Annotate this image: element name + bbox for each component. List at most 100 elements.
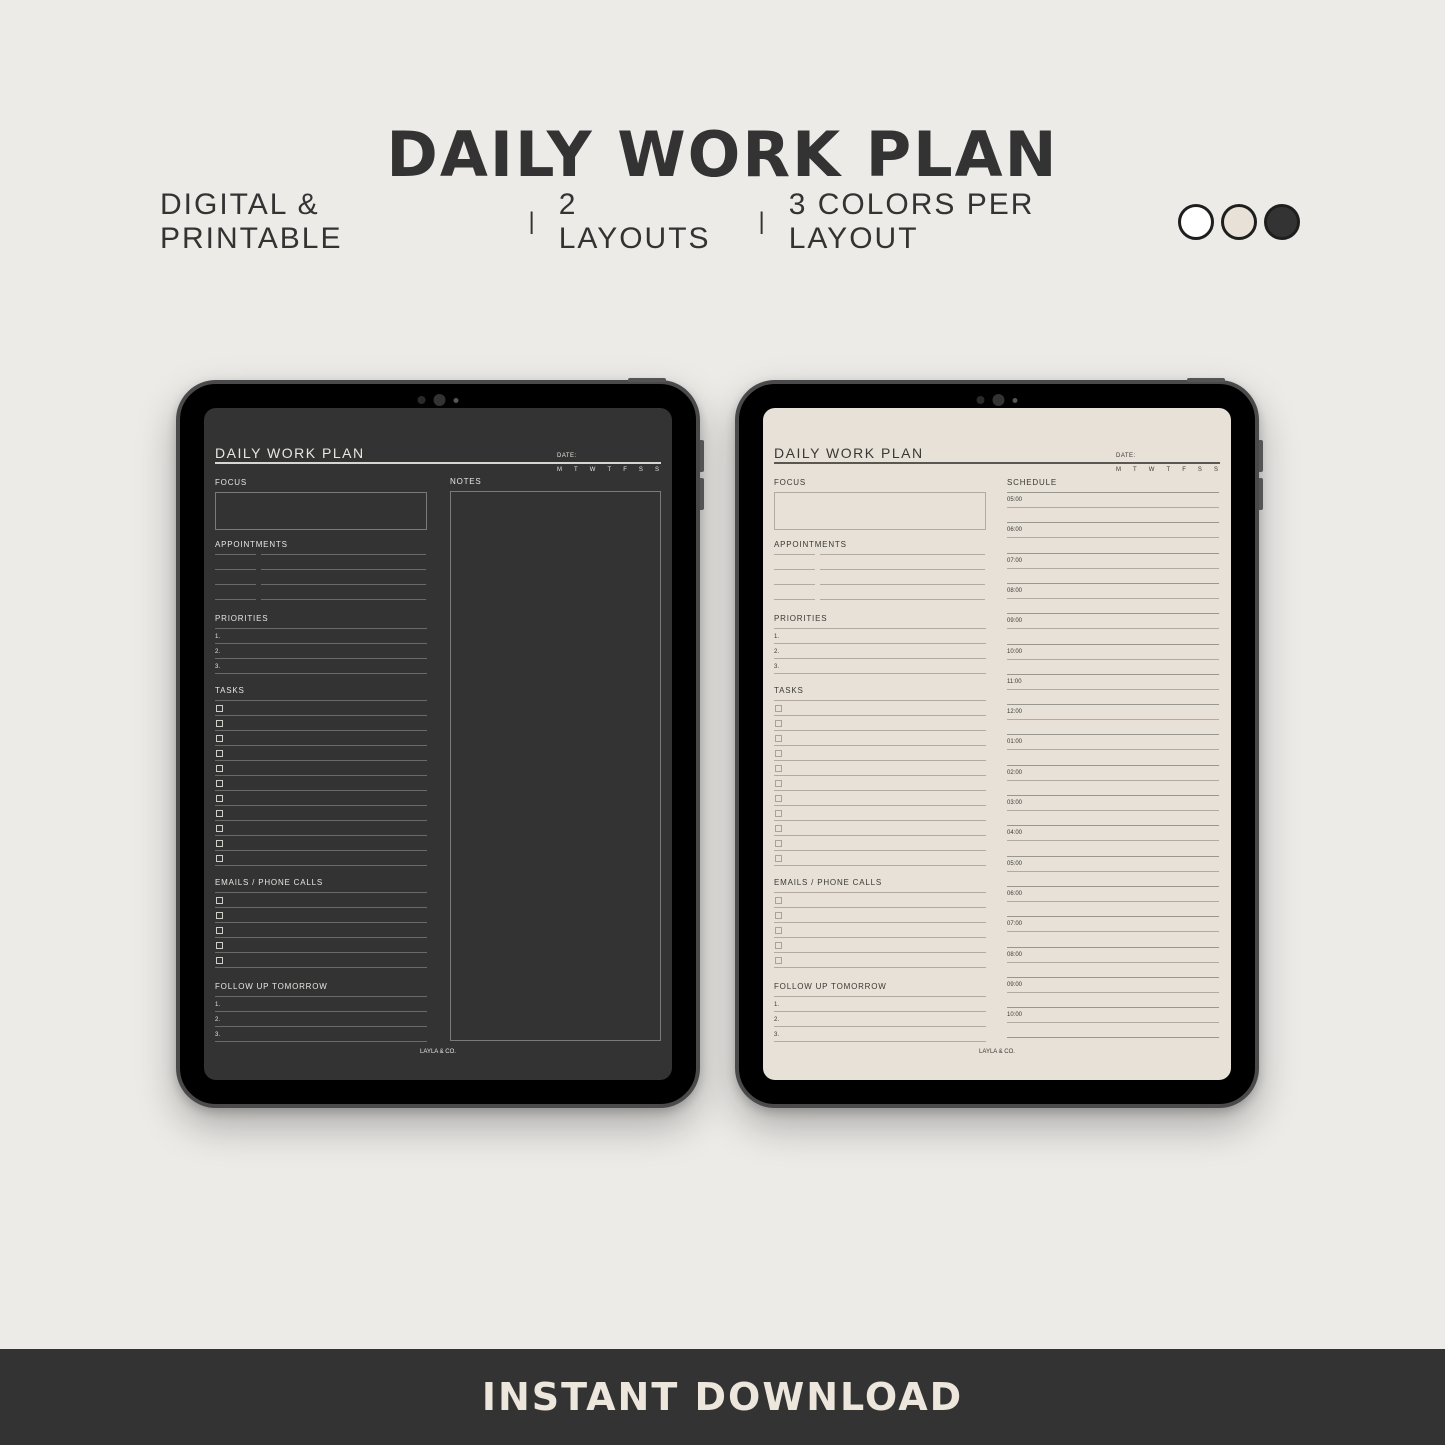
email-checkbox[interactable]: [775, 957, 782, 964]
task-field[interactable]: [774, 865, 986, 866]
email-field[interactable]: [215, 937, 427, 938]
email-checkbox[interactable]: [775, 897, 782, 904]
schedule-slot-field[interactable]: [1007, 658, 1219, 660]
schedule-slot-field[interactable]: [1007, 719, 1219, 721]
task-field[interactable]: [215, 715, 427, 716]
task-field[interactable]: [215, 850, 427, 851]
weekday-0[interactable]: M: [1116, 467, 1121, 473]
task-checkbox[interactable]: [216, 795, 223, 802]
email-checkbox[interactable]: [216, 897, 223, 904]
task-field[interactable]: [774, 760, 986, 761]
task-checkbox[interactable]: [775, 735, 782, 742]
task-field[interactable]: [215, 805, 427, 806]
appointment-detail-field[interactable]: [261, 569, 426, 570]
schedule-slot-field[interactable]: [1007, 931, 1219, 933]
task-checkbox[interactable]: [775, 705, 782, 712]
weekday-4[interactable]: F: [1182, 467, 1186, 473]
email-field[interactable]: [774, 937, 986, 938]
appointment-time-field[interactable]: [215, 584, 256, 585]
task-field[interactable]: [774, 820, 986, 821]
schedule-slot-field[interactable]: [1007, 597, 1219, 599]
task-checkbox[interactable]: [775, 825, 782, 832]
task-checkbox[interactable]: [216, 765, 223, 772]
priority-field[interactable]: [215, 658, 427, 659]
task-field[interactable]: [774, 745, 986, 746]
weekday-2[interactable]: W: [1149, 467, 1155, 473]
email-field[interactable]: [774, 922, 986, 923]
follow-up-field[interactable]: [215, 1026, 427, 1027]
task-checkbox[interactable]: [775, 720, 782, 727]
task-checkbox[interactable]: [216, 810, 223, 817]
email-checkbox[interactable]: [216, 942, 223, 949]
appointment-detail-field[interactable]: [261, 584, 426, 585]
appointment-detail-field[interactable]: [820, 599, 985, 600]
weekday-6[interactable]: S: [655, 467, 659, 473]
follow-up-field[interactable]: [774, 1011, 986, 1012]
task-field[interactable]: [774, 805, 986, 806]
task-checkbox[interactable]: [775, 855, 782, 862]
appointment-time-field[interactable]: [215, 554, 256, 555]
priority-field[interactable]: [774, 673, 986, 674]
schedule-slot-field[interactable]: [1007, 840, 1219, 842]
follow-up-field[interactable]: [215, 1041, 427, 1042]
task-checkbox[interactable]: [775, 765, 782, 772]
task-field[interactable]: [774, 850, 986, 851]
schedule-slot-field[interactable]: [1007, 810, 1219, 811]
task-checkbox[interactable]: [775, 750, 782, 757]
task-field[interactable]: [215, 760, 427, 761]
task-checkbox[interactable]: [216, 705, 223, 712]
follow-up-field[interactable]: [215, 1011, 427, 1012]
weekday-1[interactable]: T: [1133, 467, 1137, 473]
task-field[interactable]: [215, 730, 427, 731]
appointment-time-field[interactable]: [774, 599, 815, 600]
priority-field[interactable]: [774, 643, 986, 644]
task-checkbox[interactable]: [216, 855, 223, 862]
task-checkbox[interactable]: [216, 735, 223, 742]
schedule-slot-field[interactable]: [1007, 870, 1219, 872]
weekday-3[interactable]: T: [1166, 467, 1170, 473]
email-checkbox[interactable]: [775, 942, 782, 949]
task-field[interactable]: [215, 745, 427, 746]
appointment-time-field[interactable]: [774, 554, 815, 555]
weekday-5[interactable]: S: [639, 467, 643, 473]
task-checkbox[interactable]: [775, 840, 782, 847]
task-checkbox[interactable]: [216, 720, 223, 727]
appointment-time-field[interactable]: [215, 599, 256, 600]
schedule-slot-field[interactable]: [1007, 749, 1219, 751]
email-checkbox[interactable]: [216, 927, 223, 934]
schedule-slot-field[interactable]: [1007, 1022, 1219, 1024]
notes-area[interactable]: [450, 491, 661, 1041]
email-field[interactable]: [774, 952, 986, 953]
email-checkbox[interactable]: [216, 957, 223, 964]
weekday-3[interactable]: T: [607, 467, 611, 473]
task-checkbox[interactable]: [216, 750, 223, 757]
email-field[interactable]: [774, 967, 986, 968]
appointment-detail-field[interactable]: [820, 554, 985, 555]
schedule-slot-field[interactable]: [1007, 779, 1219, 781]
task-field[interactable]: [774, 790, 986, 791]
email-field[interactable]: [215, 967, 427, 968]
weekday-5[interactable]: S: [1198, 467, 1202, 473]
appointment-detail-field[interactable]: [820, 584, 985, 585]
task-field[interactable]: [774, 715, 986, 716]
schedule-slot-field[interactable]: [1007, 567, 1219, 569]
task-field[interactable]: [774, 730, 986, 731]
email-checkbox[interactable]: [775, 927, 782, 934]
task-field[interactable]: [774, 775, 986, 776]
appointment-time-field[interactable]: [774, 584, 815, 585]
priority-field[interactable]: [774, 658, 986, 659]
task-field[interactable]: [215, 775, 427, 776]
email-field[interactable]: [215, 952, 427, 953]
appointment-time-field[interactable]: [215, 569, 256, 570]
task-checkbox[interactable]: [216, 780, 223, 787]
task-checkbox[interactable]: [775, 780, 782, 787]
task-checkbox[interactable]: [216, 825, 223, 832]
task-field[interactable]: [215, 835, 427, 836]
appointment-detail-field[interactable]: [261, 599, 426, 600]
weekday-6[interactable]: S: [1214, 467, 1218, 473]
email-field[interactable]: [215, 907, 427, 908]
email-field[interactable]: [774, 907, 986, 908]
weekday-2[interactable]: W: [590, 467, 596, 473]
appointment-detail-field[interactable]: [820, 569, 985, 570]
weekday-1[interactable]: T: [574, 467, 578, 473]
